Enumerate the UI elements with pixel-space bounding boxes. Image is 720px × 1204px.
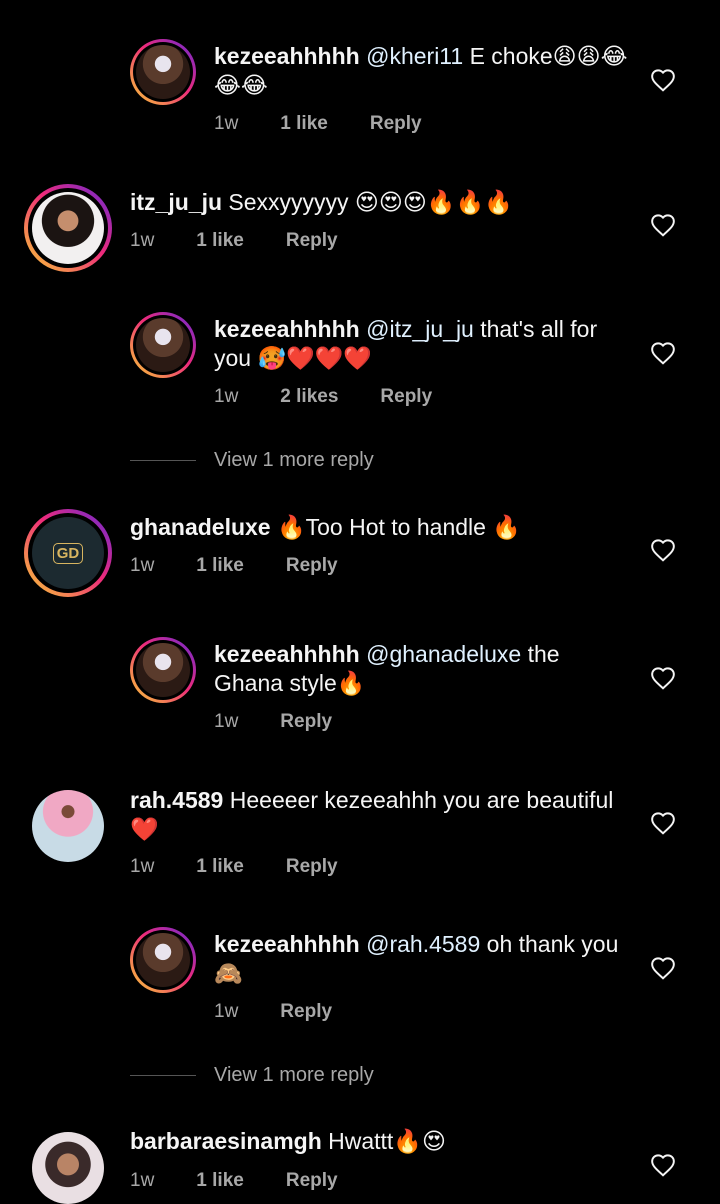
comment-username[interactable]: ghanadeluxe — [130, 514, 271, 540]
avatar[interactable] — [32, 1132, 104, 1204]
comment-time: 1w — [214, 386, 239, 407]
reply-button[interactable]: Reply — [286, 230, 338, 252]
heart-outline-icon[interactable] — [650, 341, 676, 365]
comment-username[interactable]: itz_ju_ju — [130, 189, 222, 215]
comment-text: itz_ju_ju Sexxyyyyyy 😍😍😍🔥🔥🔥 — [130, 188, 630, 217]
avatar[interactable] — [130, 927, 196, 993]
reply-button[interactable]: Reply — [370, 113, 422, 135]
avatar[interactable] — [24, 184, 112, 272]
comment-meta: 1w 1 like Reply — [130, 230, 380, 252]
comment-time: 1w — [130, 856, 155, 877]
avatar[interactable] — [32, 790, 104, 862]
avatar[interactable] — [130, 637, 196, 703]
comment-username[interactable]: barbaraesinamgh — [130, 1128, 322, 1154]
comment-text: barbaraesinamgh Hwattt🔥😍 — [130, 1127, 630, 1156]
comment-time: 1w — [214, 711, 239, 732]
gd-logo: GD — [52, 542, 84, 564]
comment-mention[interactable]: @ghanadeluxe — [366, 641, 521, 667]
heart-outline-icon[interactable] — [650, 68, 676, 92]
comment-likes[interactable]: 1 like — [280, 113, 328, 135]
comment-time: 1w — [214, 1001, 239, 1022]
heart-outline-icon[interactable] — [650, 1153, 676, 1177]
comment-text: kezeeahhhhh @kheri11 E choke😩😩😂😂😂 — [214, 42, 634, 100]
comment-username[interactable]: rah.4589 — [130, 787, 223, 813]
comment-likes[interactable]: 1 like — [196, 856, 244, 878]
comment-text: ghanadeluxe 🔥Too Hot to handle 🔥 — [130, 513, 630, 542]
comment-likes[interactable]: 2 likes — [280, 386, 338, 408]
view-more-replies[interactable]: View 1 more reply — [130, 449, 374, 472]
comment-username[interactable]: kezeeahhhhh — [214, 641, 360, 667]
view-more-label[interactable]: View 1 more reply — [214, 1064, 374, 1087]
reply-button[interactable]: Reply — [280, 711, 332, 733]
comment-text: kezeeahhhhh @rah.4589 oh thank you 🙈 — [214, 930, 634, 988]
comment-meta: 1w Reply — [214, 711, 374, 733]
comment-meta: 1w Reply — [214, 1001, 374, 1023]
divider — [130, 460, 196, 461]
reply-button[interactable]: Reply — [280, 1001, 332, 1023]
comment-time: 1w — [130, 1170, 155, 1191]
comment-username[interactable]: kezeeahhhhh — [214, 43, 360, 69]
avatar[interactable]: GD — [24, 509, 112, 597]
comment-meta: 1w 1 like Reply — [214, 113, 464, 135]
comment-text: kezeeahhhhh @ghanadeluxe the Ghana style… — [214, 640, 634, 698]
comment-username[interactable]: kezeeahhhhh — [214, 931, 360, 957]
comment-likes[interactable]: 1 like — [196, 555, 244, 577]
comment-meta: 1w 1 like Reply — [130, 1170, 380, 1192]
comment-time: 1w — [214, 113, 239, 134]
comment-meta: 1w 1 like Reply — [130, 555, 380, 577]
comment-likes[interactable]: 1 like — [196, 1170, 244, 1192]
comment-text: kezeeahhhhh @itz_ju_ju that's all for yo… — [214, 315, 634, 373]
heart-outline-icon[interactable] — [650, 956, 676, 980]
heart-outline-icon[interactable] — [650, 666, 676, 690]
avatar[interactable] — [130, 312, 196, 378]
comment-body: 🔥Too Hot to handle 🔥 — [270, 514, 521, 540]
divider — [130, 1075, 196, 1076]
comment-mention[interactable]: @rah.4589 — [366, 931, 480, 957]
heart-outline-icon[interactable] — [650, 811, 676, 835]
comment-mention[interactable]: @itz_ju_ju — [366, 316, 474, 342]
comment-meta: 1w 1 like Reply — [130, 856, 380, 878]
reply-button[interactable]: Reply — [286, 1170, 338, 1192]
comment-likes[interactable]: 1 like — [196, 230, 244, 252]
comment-text: rah.4589 Heeeeer kezeeahhh you are beaut… — [130, 786, 630, 844]
avatar[interactable] — [130, 39, 196, 105]
comment-body: Hwattt🔥😍 — [321, 1128, 446, 1154]
view-more-label[interactable]: View 1 more reply — [214, 449, 374, 472]
comment-username[interactable]: kezeeahhhhh — [214, 316, 360, 342]
heart-outline-icon[interactable] — [650, 213, 676, 237]
heart-outline-icon[interactable] — [650, 538, 676, 562]
comment-mention[interactable]: @kheri11 — [366, 43, 463, 69]
comment-body: Sexxyyyyyy 😍😍😍🔥🔥🔥 — [222, 189, 513, 215]
reply-button[interactable]: Reply — [286, 555, 338, 577]
reply-button[interactable]: Reply — [380, 386, 432, 408]
view-more-replies[interactable]: View 1 more reply — [130, 1064, 374, 1087]
comment-meta: 1w 2 likes Reply — [214, 386, 474, 408]
reply-button[interactable]: Reply — [286, 856, 338, 878]
comment-time: 1w — [130, 230, 155, 251]
comment-time: 1w — [130, 555, 155, 576]
